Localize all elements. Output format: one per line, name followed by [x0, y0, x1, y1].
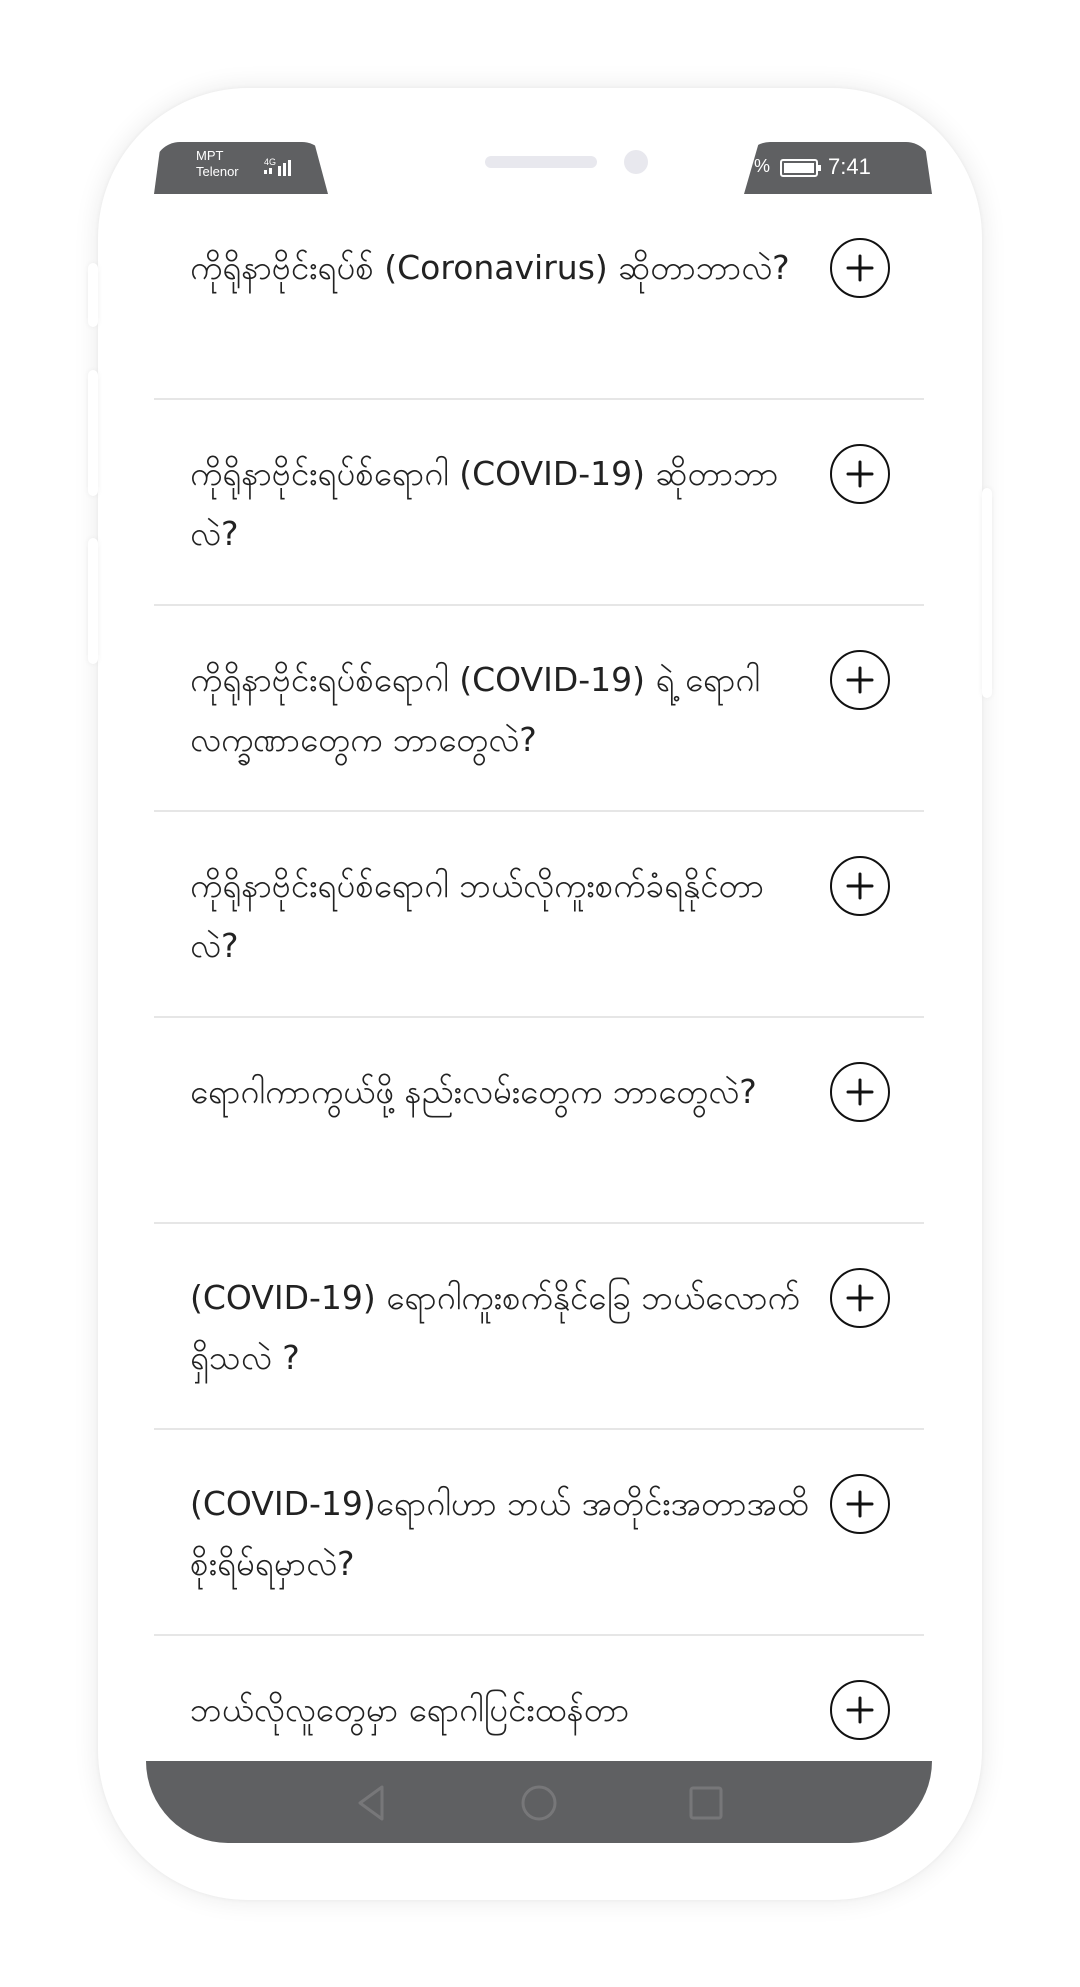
- faq-item[interactable]: ကိုရိုနာဗိုင်းရပ်စ်ရောဂါ ဘယ်လိုကူးစက်ခံရ…: [154, 812, 924, 1018]
- faq-item[interactable]: ကိုရိုနာဗိုင်းရပ်စ်ရောဂါ (COVID-19) ဆိုတ…: [154, 400, 924, 606]
- power-button: [982, 488, 992, 698]
- faq-question[interactable]: ဘယ်လိုလူတွေမှာ ရောဂါပြင်းထန်တာ: [190, 1680, 810, 1740]
- expand-button[interactable]: [830, 1062, 890, 1122]
- faq-item[interactable]: ရောဂါကာကွယ်ဖို့ နည်းလမ်းတွေက ဘာတွေလဲ?: [154, 1018, 924, 1224]
- faq-question[interactable]: (COVID-19) ရောဂါကူးစက်နိုင်ခြေ ဘယ်လောက်ရ…: [190, 1268, 810, 1388]
- expand-button[interactable]: [830, 1474, 890, 1534]
- side-button: [88, 538, 98, 664]
- faq-question[interactable]: ကိုရိုနာဗိုင်းရပ်စ်ရောဂါ (COVID-19) ရဲ့ …: [190, 650, 810, 770]
- battery-icon: [780, 158, 822, 182]
- earpiece: [485, 156, 597, 168]
- expand-button[interactable]: [830, 650, 890, 710]
- home-icon[interactable]: [517, 1781, 561, 1825]
- network-type: 4G: [264, 157, 276, 167]
- front-camera: [624, 150, 648, 174]
- faq-item[interactable]: ကိုရိုနာဗိုင်းရပ်စ် (Coronavirus) ဆိုတာဘ…: [154, 194, 924, 400]
- expand-button[interactable]: [830, 856, 890, 916]
- expand-button[interactable]: [830, 1680, 890, 1740]
- navigation-bar: [146, 1761, 932, 1843]
- faq-item[interactable]: (COVID-19)ရောဂါဟာ ဘယ် အတိုင်းအတာအထိ စိုး…: [154, 1430, 924, 1636]
- faq-question[interactable]: ကိုရိုနာဗိုင်းရပ်စ် (Coronavirus) ဆိုတာဘ…: [190, 238, 810, 298]
- faq-question[interactable]: (COVID-19)ရောဂါဟာ ဘယ် အတိုင်းအတာအထိ စိုး…: [190, 1474, 810, 1594]
- carrier-primary: MPT: [196, 148, 224, 163]
- expand-button[interactable]: [830, 238, 890, 298]
- expand-button[interactable]: [830, 444, 890, 504]
- faq-question[interactable]: ရောဂါကာကွယ်ဖို့ နည်းလမ်းတွေက ဘာတွေလဲ?: [190, 1062, 810, 1122]
- expand-button[interactable]: [830, 1268, 890, 1328]
- faq-item[interactable]: (COVID-19) ရောဂါကူးစက်နိုင်ခြေ ဘယ်လောက်ရ…: [154, 1224, 924, 1430]
- recents-icon[interactable]: [684, 1781, 728, 1825]
- faq-list: ကိုရိုနာဗိုင်းရပ်စ် (Coronavirus) ဆိုတာဘ…: [154, 194, 924, 1842]
- faq-item[interactable]: ကိုရိုနာဗိုင်းရပ်စ်ရောဂါ (COVID-19) ရဲ့ …: [154, 606, 924, 812]
- battery-percent: %: [754, 156, 771, 176]
- status-bar-right: % 7:41: [744, 142, 932, 194]
- carrier-labels: MPT Telenor: [196, 148, 239, 180]
- faq-question[interactable]: ကိုရိုနာဗိုင်းရပ်စ်ရောဂါ ဘယ်လိုကူးစက်ခံရ…: [190, 856, 810, 976]
- volume-down-button: [88, 370, 98, 496]
- back-icon[interactable]: [350, 1781, 394, 1825]
- status-bar-left: MPT Telenor 4G: [154, 142, 328, 194]
- signal-icon: 4G: [264, 156, 304, 184]
- faq-question[interactable]: ကိုရိုနာဗိုင်းရပ်စ်ရောဂါ (COVID-19) ဆိုတ…: [190, 444, 810, 564]
- app-screen: MPT Telenor 4G % 7:41 ကိုရိုနာဗိုင်းရပ်စ…: [146, 142, 932, 1843]
- carrier-secondary: Telenor: [196, 164, 239, 179]
- volume-up-button: [88, 263, 98, 327]
- clock: 7:41: [828, 154, 871, 179]
